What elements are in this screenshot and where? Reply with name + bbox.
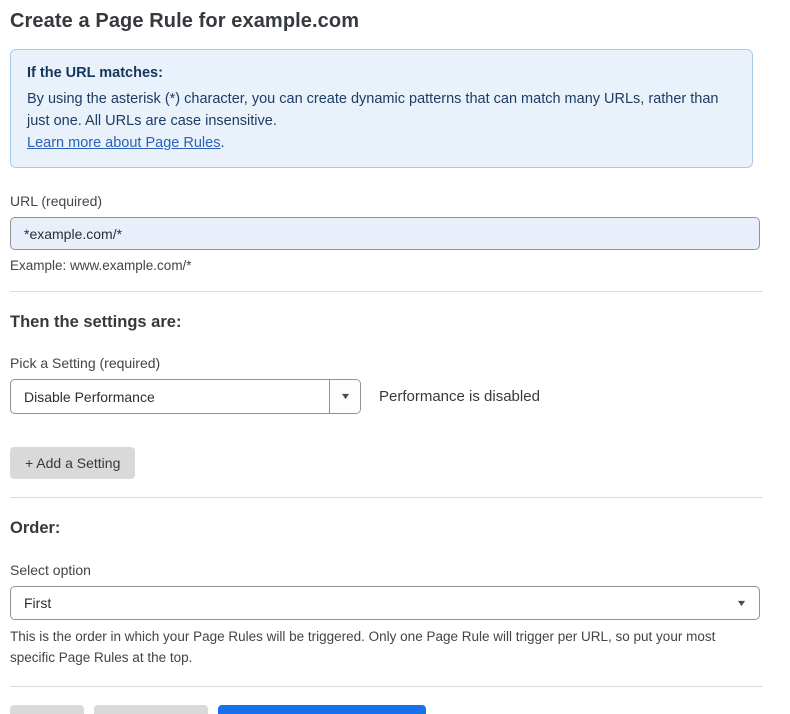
order-section-heading: Order: bbox=[10, 519, 753, 538]
order-select[interactable]: First ▼ bbox=[10, 586, 760, 620]
order-select-label: Select option bbox=[10, 562, 753, 578]
save-as-draft-button[interactable]: Save as Draft bbox=[94, 705, 209, 714]
url-field-label: URL (required) bbox=[10, 193, 753, 209]
order-help-text: This is the order in which your Page Rul… bbox=[10, 626, 755, 668]
info-box-heading: If the URL matches: bbox=[27, 62, 736, 84]
setting-select-value: Disable Performance bbox=[11, 380, 329, 413]
info-box-link-line: Learn more about Page Rules. bbox=[27, 132, 736, 154]
url-match-info-box: If the URL matches: By using the asteris… bbox=[10, 49, 753, 168]
learn-more-link[interactable]: Learn more about Page Rules bbox=[27, 135, 220, 151]
divider bbox=[10, 497, 763, 498]
page-title: Create a Page Rule for example.com bbox=[10, 10, 753, 33]
save-and-deploy-button[interactable]: Save and Deploy Page Rule bbox=[218, 705, 426, 714]
cancel-button[interactable]: Cancel bbox=[10, 705, 84, 714]
divider bbox=[10, 686, 763, 687]
pick-setting-label: Pick a Setting (required) bbox=[10, 355, 753, 371]
url-input[interactable] bbox=[10, 217, 760, 250]
order-select-value: First bbox=[24, 595, 51, 611]
setting-select[interactable]: Disable Performance ▼ bbox=[10, 379, 361, 414]
url-example-text: Example: www.example.com/* bbox=[10, 258, 753, 273]
add-setting-button[interactable]: + Add a Setting bbox=[10, 447, 135, 479]
divider bbox=[10, 291, 763, 292]
info-box-body: By using the asterisk (*) character, you… bbox=[27, 88, 736, 132]
setting-select-arrow-button[interactable]: ▼ bbox=[329, 380, 360, 413]
setting-row: Disable Performance ▼ Performance is dis… bbox=[10, 379, 753, 414]
create-page-rule-form: Create a Page Rule for example.com If th… bbox=[0, 0, 753, 714]
chevron-down-icon: ▼ bbox=[736, 599, 748, 608]
setting-status-text: Performance is disabled bbox=[379, 388, 540, 405]
form-actions: Cancel Save as Draft Save and Deploy Pag… bbox=[10, 705, 753, 714]
link-period: . bbox=[220, 135, 224, 151]
settings-section-heading: Then the settings are: bbox=[10, 313, 753, 332]
chevron-down-icon: ▼ bbox=[339, 392, 351, 401]
